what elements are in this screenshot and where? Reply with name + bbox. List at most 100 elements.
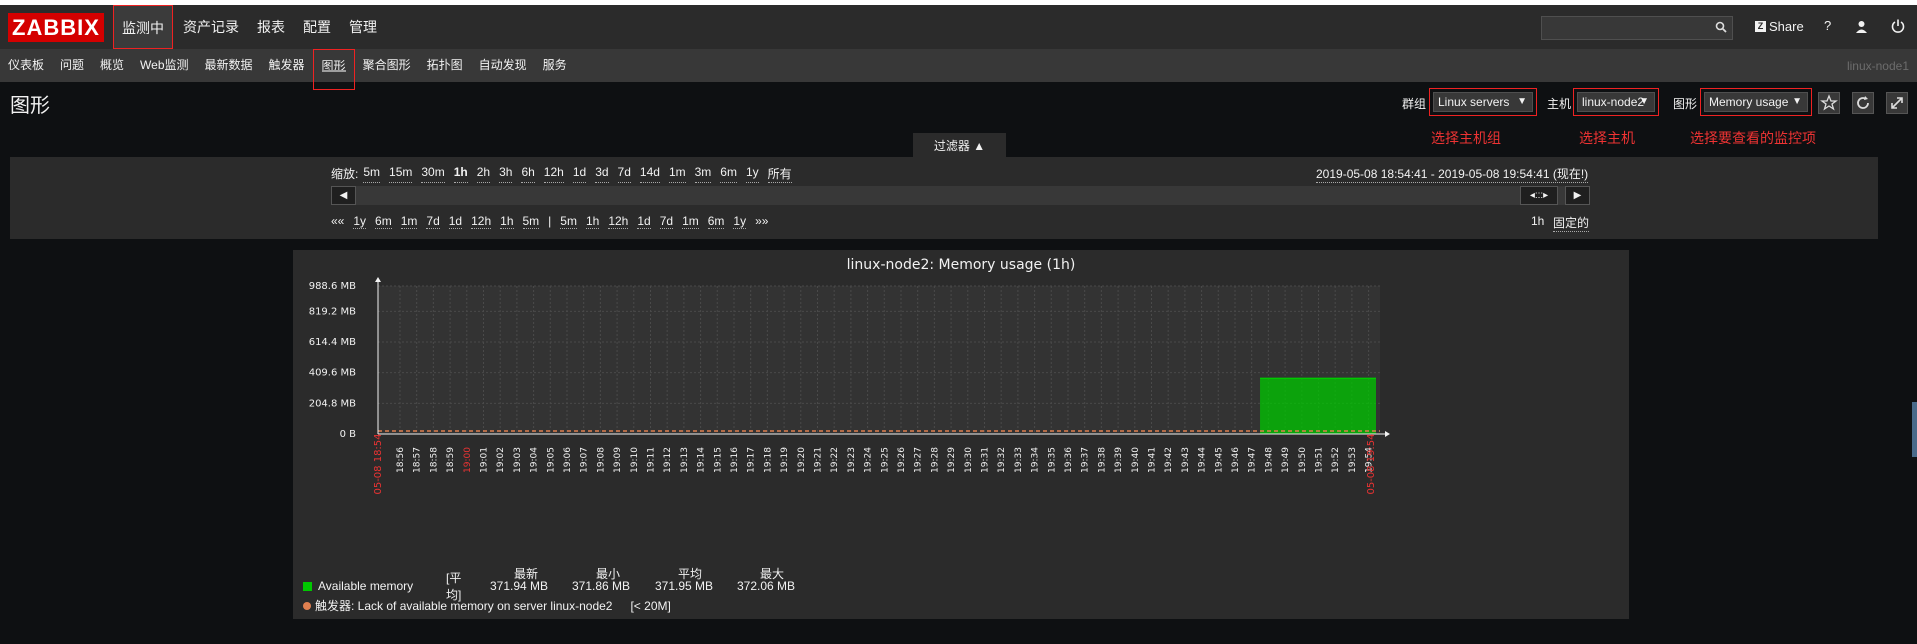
search-icon[interactable] — [1715, 21, 1727, 36]
back-7d[interactable]: 7d — [426, 214, 440, 229]
filter-tab[interactable]: 过滤器 ▲ — [913, 133, 1006, 157]
share-button[interactable]: Z Share — [1755, 19, 1804, 34]
x-start-label: 05-08 18:54 — [373, 433, 384, 494]
sub-nav-web[interactable]: Web监测 — [132, 49, 196, 82]
zoom-14d[interactable]: 14d — [639, 165, 660, 183]
group-select-value: Linux servers — [1438, 95, 1510, 109]
note-select-group: 选择主机组 — [1431, 130, 1501, 146]
zoom-1m[interactable]: 1m — [668, 165, 686, 183]
zabbix-logo[interactable]: ZABBIX — [8, 13, 104, 42]
sub-nav-maps[interactable]: 拓扑图 — [419, 49, 471, 82]
x-tick-label: 19:03 — [513, 447, 523, 473]
back-1y[interactable]: 1y — [353, 214, 367, 229]
sign-out-icon[interactable] — [1891, 19, 1905, 36]
timeline-scrollbar[interactable] — [331, 186, 1588, 205]
fwd-1y[interactable]: 1y — [733, 214, 747, 229]
host-select-value: linux-node2 — [1582, 95, 1645, 109]
x-tick-label: 18:57 — [413, 447, 423, 473]
host-label: 主机 — [1547, 97, 1572, 111]
zoom-1h[interactable]: 1h — [453, 165, 468, 183]
refresh-button[interactable] — [1852, 92, 1874, 114]
back-5m[interactable]: 5m — [522, 214, 540, 229]
main-nav-monitoring[interactable]: 监测中 — [113, 5, 173, 49]
fwd-1d[interactable]: 1d — [637, 214, 651, 229]
fwd-5m[interactable]: 5m — [560, 214, 577, 229]
sub-nav-discovery[interactable]: 自动发现 — [471, 49, 535, 82]
series-area — [1260, 378, 1376, 434]
fixed-toggle[interactable]: 固定的 — [1553, 214, 1590, 232]
zoom-12h[interactable]: 12h — [543, 165, 564, 183]
y-tick-label: 0 B — [340, 429, 357, 440]
zoom-1y[interactable]: 1y — [745, 165, 759, 183]
zoom-2h[interactable]: 2h — [476, 165, 491, 183]
zoom-30m[interactable]: 30m — [421, 165, 445, 183]
sub-nav-latest-data[interactable]: 最新数据 — [197, 49, 261, 82]
fwd-7d[interactable]: 7d — [659, 214, 674, 229]
graph-select-value: Memory usage — [1709, 95, 1789, 109]
zoom-3m[interactable]: 3m — [694, 165, 712, 183]
zoom-3h[interactable]: 3h — [499, 165, 513, 183]
y-tick-label: 988.6 MB — [309, 281, 356, 292]
user-profile-icon[interactable] — [1855, 20, 1868, 36]
memory-usage-chart: linux-node2: Memory usage (1h) 988.6 MB 8… — [309, 257, 1390, 495]
graph-select[interactable]: Memory usage ▼ — [1700, 88, 1812, 116]
zoom-3d[interactable]: 3d — [595, 165, 609, 183]
x-tick-label: 19:53 — [1348, 447, 1358, 473]
sub-nav-services[interactable]: 服务 — [535, 49, 575, 82]
x-tick-label: 19:30 — [964, 447, 974, 473]
x-tick-label: 19:04 — [530, 447, 540, 473]
fwd-12h[interactable]: 12h — [608, 214, 629, 229]
x-tick-label: 19:27 — [914, 447, 924, 473]
back-1m[interactable]: 1m — [400, 214, 418, 229]
x-tick-label: 19:28 — [930, 447, 940, 473]
main-nav-reports[interactable]: 报表 — [249, 5, 293, 49]
sub-nav-overview[interactable]: 概览 — [92, 49, 132, 82]
x-tick-label: 19:17 — [747, 447, 757, 473]
back-1h[interactable]: 1h — [500, 214, 514, 229]
zoom-15m[interactable]: 15m — [389, 165, 413, 183]
back-1d[interactable]: 1d — [448, 214, 463, 229]
host-select[interactable]: linux-node2 ▼ — [1573, 88, 1659, 116]
zoom-all[interactable]: 所有 — [767, 165, 792, 183]
legend-value-max: 372.06 MB — [737, 579, 796, 593]
zoom-1d[interactable]: 1d — [572, 165, 587, 183]
sub-nav-triggers[interactable]: 触发器 — [261, 49, 313, 82]
zoom-6m[interactable]: 6m — [720, 165, 737, 183]
fwd-6m[interactable]: 6m — [707, 214, 725, 229]
note-select-host: 选择主机 — [1579, 130, 1635, 146]
main-nav-administration[interactable]: 管理 — [341, 5, 385, 49]
x-tick-label: 19:00 — [463, 447, 473, 473]
timeline-right-button[interactable]: ▶ — [1565, 186, 1590, 205]
timeline-handle[interactable]: ◂:::▸ — [1520, 186, 1558, 205]
share-label: Share — [1769, 19, 1804, 34]
help-icon[interactable]: ? — [1824, 18, 1831, 33]
nav-separator: | — [548, 214, 552, 228]
zoom-5m[interactable]: 5m — [363, 165, 381, 183]
main-nav-configuration[interactable]: 配置 — [295, 5, 339, 49]
x-tick-label: 19:19 — [780, 447, 790, 473]
main-nav-inventory[interactable]: 资产记录 — [175, 5, 247, 49]
timeline-left-button[interactable]: ◀ — [331, 186, 356, 205]
x-tick-label: 19:23 — [847, 447, 857, 473]
x-tick-label: 19:38 — [1097, 447, 1107, 473]
zoom-7d[interactable]: 7d — [617, 165, 631, 183]
search-input[interactable] — [1541, 16, 1733, 40]
zoom-6h[interactable]: 6h — [521, 165, 535, 183]
legend-series-name: Available memory — [318, 579, 414, 593]
group-select[interactable]: Linux servers ▼ — [1429, 88, 1537, 116]
sub-nav-problems[interactable]: 问题 — [52, 49, 92, 82]
favorite-button[interactable] — [1818, 92, 1840, 114]
sub-nav-dashboard[interactable]: 仪表板 — [0, 49, 52, 82]
time-range[interactable]: 2019-05-08 18:54:41 - 2019-05-08 19:54:4… — [1316, 165, 1589, 183]
x-tick-label: 19:08 — [596, 447, 606, 473]
back-arrows: «« — [331, 214, 345, 228]
sub-nav-screens[interactable]: 聚合图形 — [355, 49, 419, 82]
x-tick-label: 19:35 — [1047, 447, 1057, 473]
back-12h[interactable]: 12h — [471, 214, 492, 229]
fwd-1m[interactable]: 1m — [682, 214, 699, 229]
x-tick-label: 19:34 — [1031, 447, 1041, 473]
fullscreen-button[interactable] — [1886, 92, 1908, 114]
fwd-1h[interactable]: 1h — [585, 214, 600, 229]
back-6m[interactable]: 6m — [375, 214, 392, 229]
sub-nav-graphs[interactable]: 图形 — [312, 49, 355, 90]
